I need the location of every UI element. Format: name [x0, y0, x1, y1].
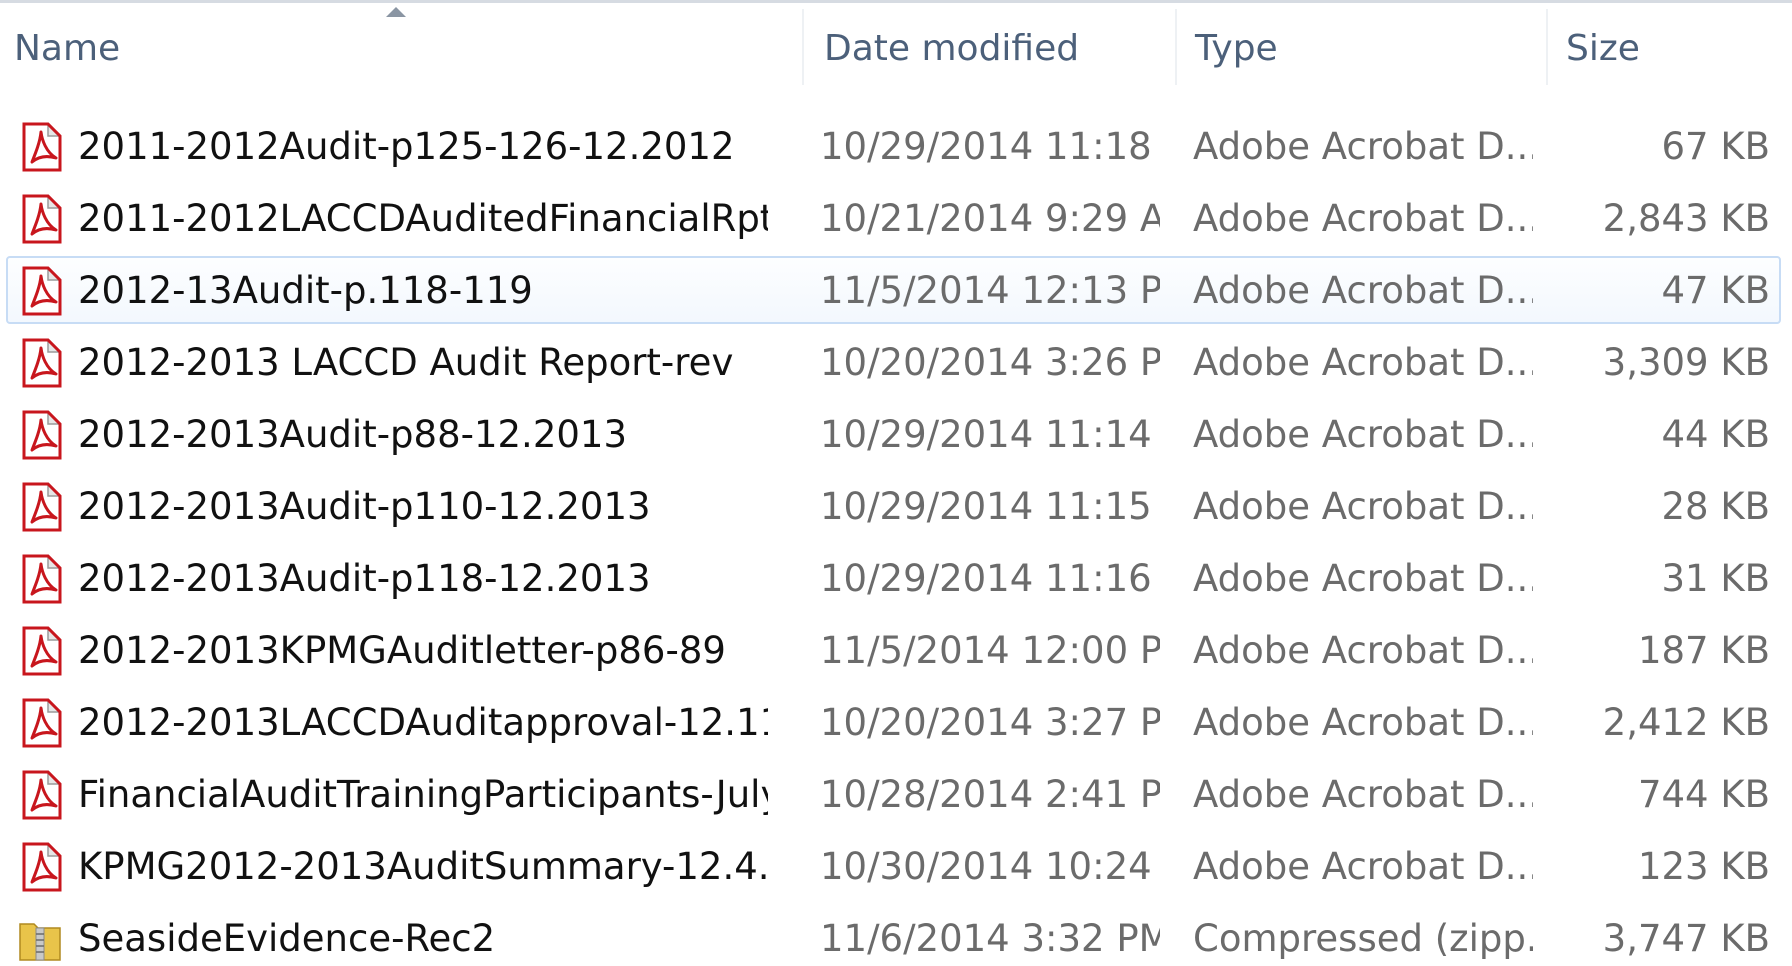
file-size: 28 KB [1661, 484, 1771, 528]
file-name: SeasideEvidence-Rec2 [78, 916, 496, 960]
file-row[interactable]: 2012-2013Audit-p118-12.2013 10/29/2014 1… [0, 542, 1792, 614]
column-header-date-label: Date modified [824, 27, 1080, 69]
file-type: Adobe Acrobat D... [1193, 268, 1533, 312]
file-rows: 2011-2012Audit-p125-126-12.2012 10/29/20… [0, 110, 1792, 966]
file-size: 2,843 KB [1602, 196, 1770, 240]
column-header-bar: Name Date modified Type Size [0, 3, 1792, 93]
file-row[interactable]: 2012-2013Audit-p88-12.2013 10/29/2014 11… [0, 398, 1792, 470]
column-header-name[interactable]: Name [0, 3, 802, 93]
file-name: 2012-2013Audit-p110-12.2013 [78, 484, 651, 528]
pdf-icon [16, 410, 66, 460]
file-row[interactable]: 2012-13Audit-p.118-119 11/5/2014 12:13 P… [0, 254, 1792, 326]
file-name: 2012-2013 LACCD Audit Report-rev [78, 340, 734, 384]
column-header-name-label: Name [14, 27, 121, 69]
file-row[interactable]: 2012-2013Audit-p110-12.2013 10/29/2014 1… [0, 470, 1792, 542]
file-row[interactable]: 2011-2012LACCDAuditedFinancialRpts 10/21… [0, 182, 1792, 254]
file-date-modified: 10/29/2014 11:15 ... [820, 484, 1160, 528]
file-date-modified: 10/29/2014 11:16 ... [820, 556, 1160, 600]
file-type: Adobe Acrobat D... [1193, 628, 1533, 672]
file-list-view: Name Date modified Type Size 2011-2012Au… [0, 0, 1792, 966]
file-name: KPMG2012-2013AuditSummary-12.4.2013 [78, 844, 768, 888]
file-type: Compressed (zipp... [1193, 916, 1533, 960]
file-name: 2011-2012LACCDAuditedFinancialRpts [78, 196, 768, 240]
file-date-modified: 11/5/2014 12:00 PM [820, 628, 1160, 672]
pdf-icon [16, 698, 66, 748]
file-date-modified: 11/6/2014 3:32 PM [820, 916, 1160, 960]
pdf-icon [16, 482, 66, 532]
file-size: 123 KB [1637, 844, 1770, 888]
pdf-icon [16, 266, 66, 316]
file-name: 2012-2013Audit-p88-12.2013 [78, 412, 627, 456]
file-size: 744 KB [1637, 772, 1770, 816]
file-name: 2012-2013Audit-p118-12.2013 [78, 556, 651, 600]
file-type: Adobe Acrobat D... [1193, 484, 1533, 528]
file-size: 3,747 KB [1602, 916, 1770, 960]
file-size: 187 KB [1637, 628, 1770, 672]
file-name: FinancialAuditTrainingParticipants-July2… [78, 772, 768, 816]
file-type: Adobe Acrobat D... [1193, 844, 1533, 888]
file-size: 44 KB [1661, 412, 1771, 456]
file-size: 3,309 KB [1602, 340, 1770, 384]
file-type: Adobe Acrobat D... [1193, 196, 1533, 240]
file-type: Adobe Acrobat D... [1193, 556, 1533, 600]
file-name: 2012-13Audit-p.118-119 [78, 268, 533, 312]
file-date-modified: 10/28/2014 2:41 PM [820, 772, 1160, 816]
column-header-type-label: Type [1195, 27, 1278, 69]
file-row[interactable]: 2012-2013LACCDAuditapproval-12.11.13 10/… [0, 686, 1792, 758]
file-date-modified: 10/21/2014 9:29 AM [820, 196, 1160, 240]
pdf-icon [16, 770, 66, 820]
column-header-size[interactable]: Size [1552, 3, 1792, 93]
file-row[interactable]: 2011-2012Audit-p125-126-12.2012 10/29/20… [0, 110, 1792, 182]
file-date-modified: 10/29/2014 11:18 ... [820, 124, 1160, 168]
zip-folder-icon [16, 914, 66, 964]
file-name: 2011-2012Audit-p125-126-12.2012 [78, 124, 735, 168]
file-row[interactable]: SeasideEvidence-Rec2 11/6/2014 3:32 PM C… [0, 902, 1792, 966]
pdf-icon [16, 122, 66, 172]
pdf-icon [16, 842, 66, 892]
file-row[interactable]: FinancialAuditTrainingParticipants-July2… [0, 758, 1792, 830]
file-name: 2012-2013KPMGAuditletter-p86-89 [78, 628, 726, 672]
file-date-modified: 10/30/2014 10:24 ... [820, 844, 1160, 888]
file-size: 31 KB [1661, 556, 1771, 600]
file-date-modified: 10/20/2014 3:26 PM [820, 340, 1160, 384]
file-date-modified: 11/5/2014 12:13 PM [820, 268, 1160, 312]
file-name: 2012-2013LACCDAuditapproval-12.11.13 [78, 700, 768, 744]
pdf-icon [16, 338, 66, 388]
file-date-modified: 10/29/2014 11:14 ... [820, 412, 1160, 456]
column-header-date-modified[interactable]: Date modified [810, 3, 1175, 93]
file-row[interactable]: 2012-2013 LACCD Audit Report-rev 10/20/2… [0, 326, 1792, 398]
file-size: 67 KB [1661, 124, 1771, 168]
file-date-modified: 10/20/2014 3:27 PM [820, 700, 1160, 744]
pdf-icon [16, 194, 66, 244]
column-divider[interactable] [1175, 9, 1177, 85]
pdf-icon [16, 554, 66, 604]
file-type: Adobe Acrobat D... [1193, 340, 1533, 384]
file-size: 2,412 KB [1602, 700, 1770, 744]
column-divider[interactable] [802, 9, 804, 85]
file-row[interactable]: 2012-2013KPMGAuditletter-p86-89 11/5/201… [0, 614, 1792, 686]
file-row[interactable]: KPMG2012-2013AuditSummary-12.4.2013 10/3… [0, 830, 1792, 902]
file-type: Adobe Acrobat D... [1193, 124, 1533, 168]
pdf-icon [16, 626, 66, 676]
file-type: Adobe Acrobat D... [1193, 412, 1533, 456]
column-header-size-label: Size [1566, 27, 1640, 69]
column-header-type[interactable]: Type [1181, 3, 1546, 93]
column-divider[interactable] [1546, 9, 1548, 85]
file-size: 47 KB [1661, 268, 1771, 312]
file-type: Adobe Acrobat D... [1193, 772, 1533, 816]
file-type: Adobe Acrobat D... [1193, 700, 1533, 744]
